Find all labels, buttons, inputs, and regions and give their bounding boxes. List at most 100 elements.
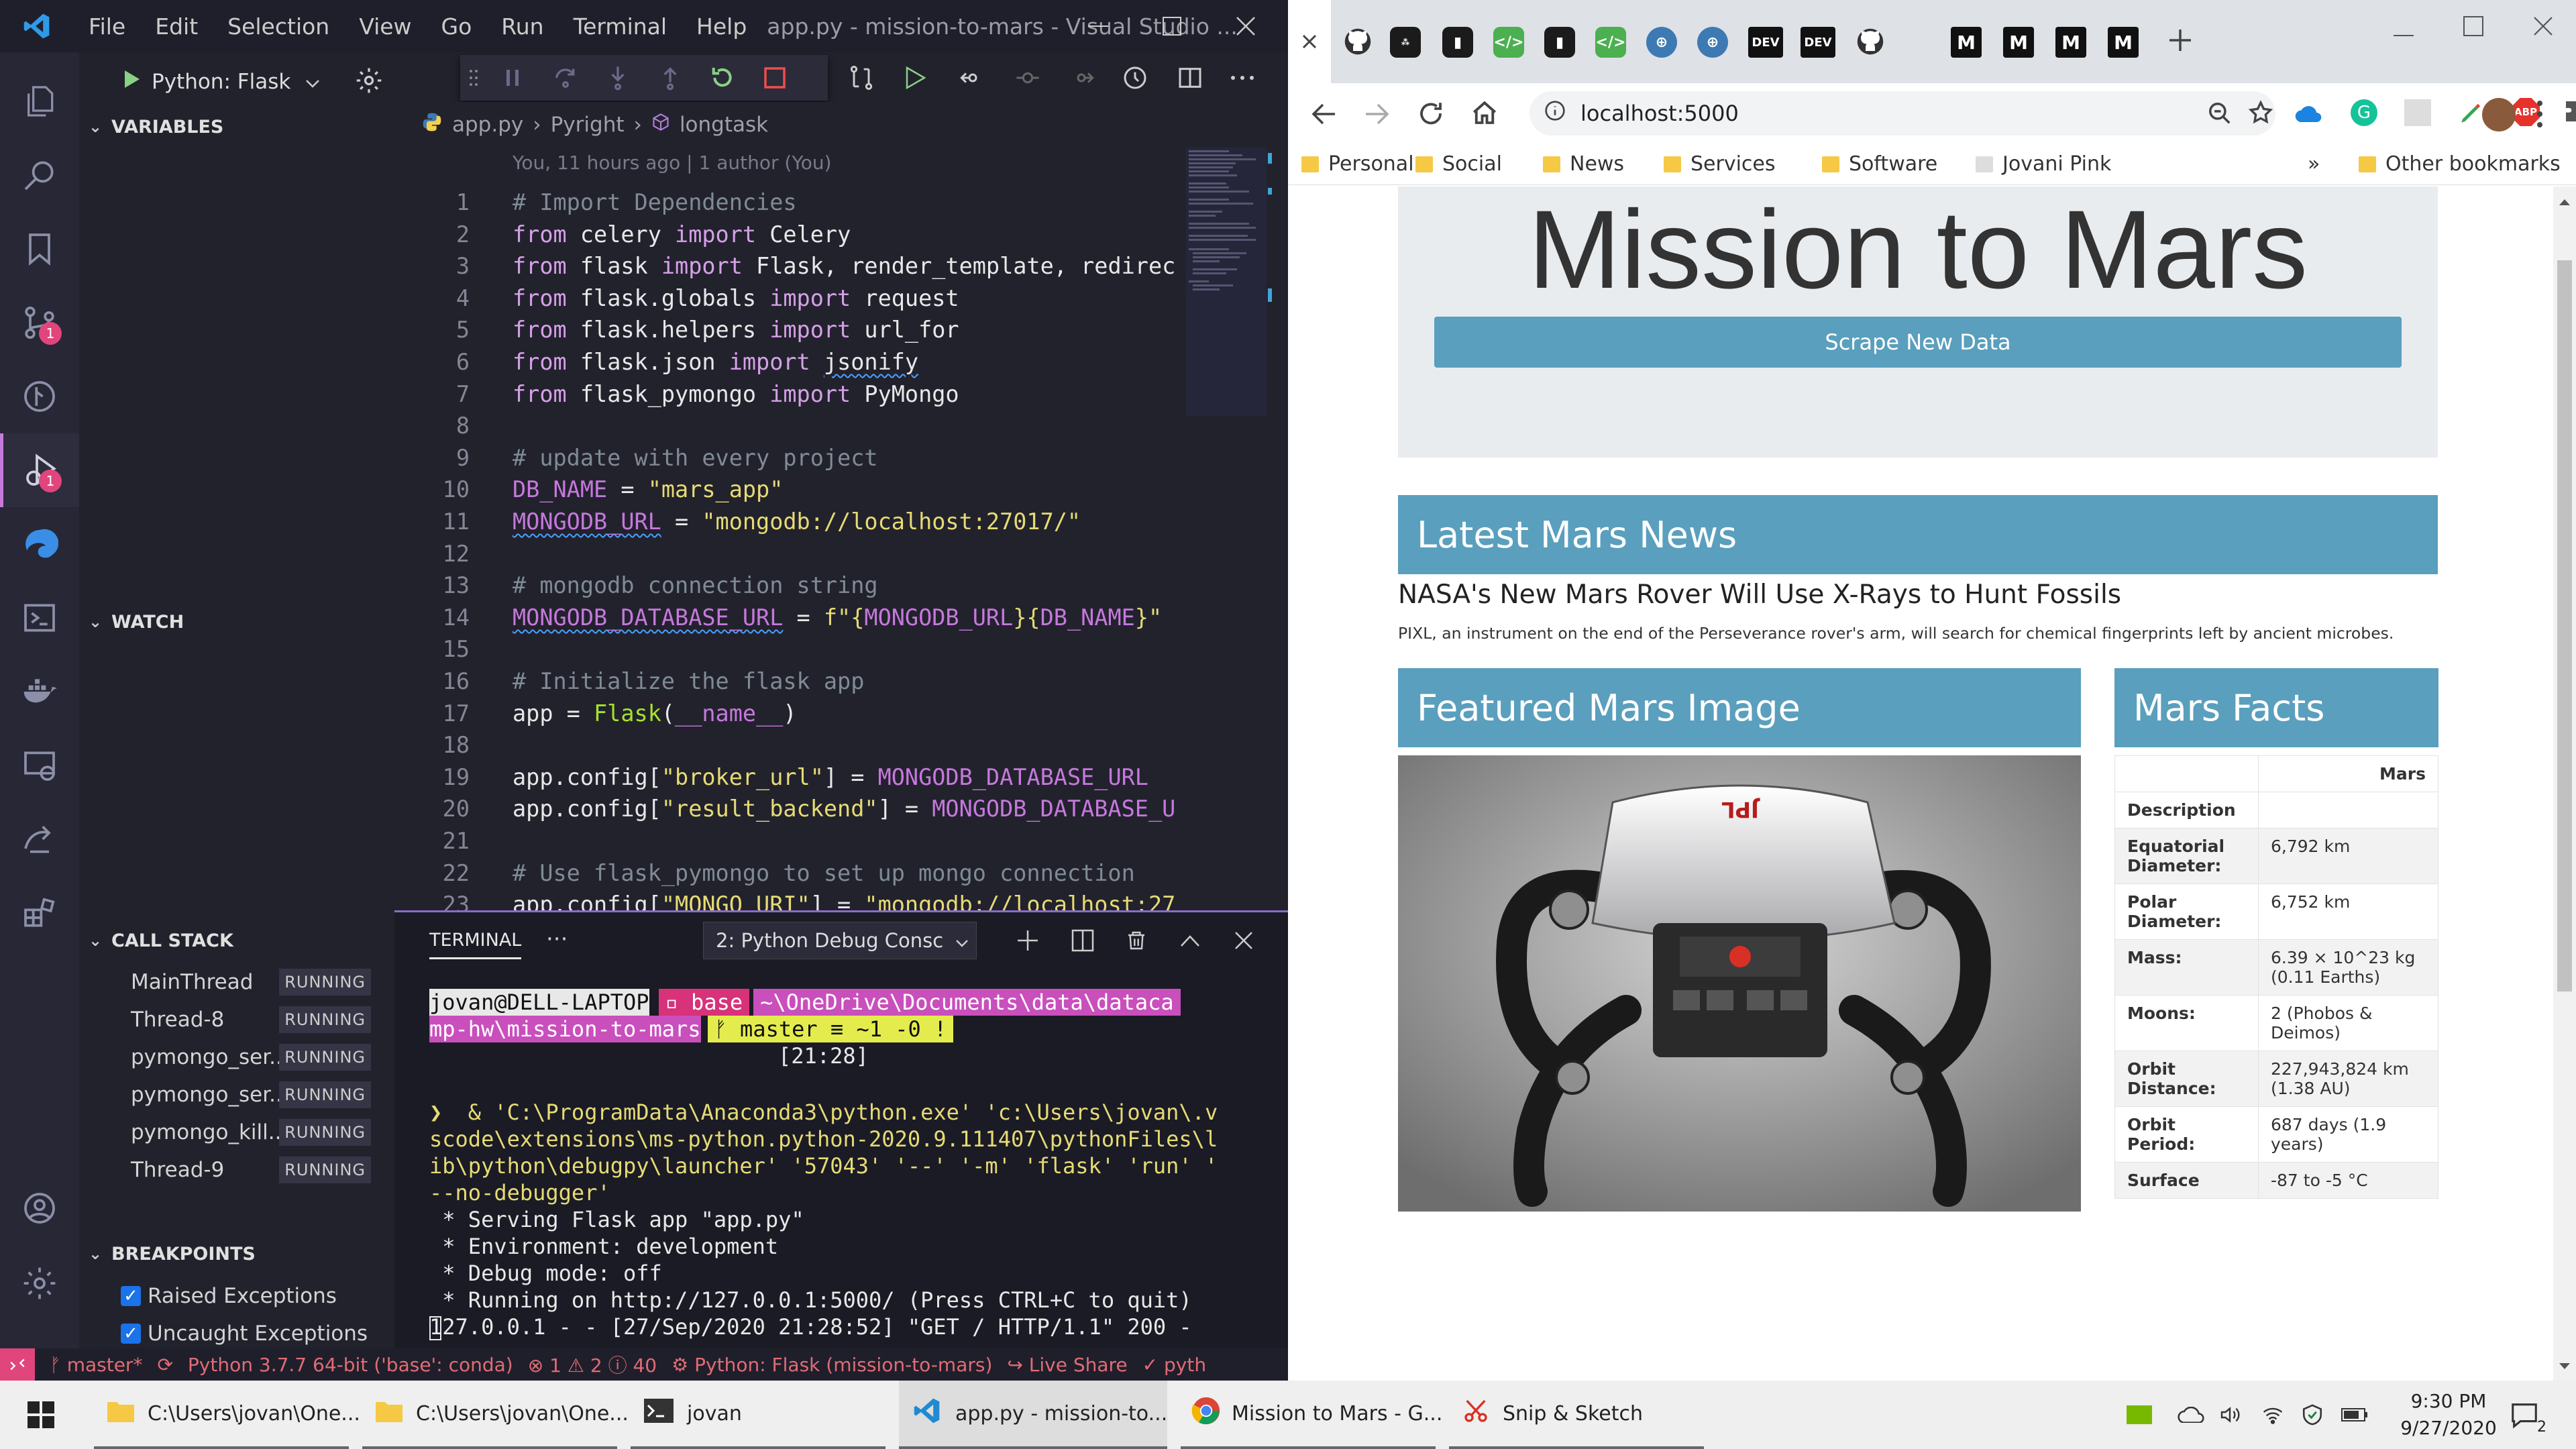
- menu-edit[interactable]: Edit: [140, 13, 213, 40]
- breakpoint-row[interactable]: ✓ Raised Exceptions: [79, 1277, 394, 1314]
- accounts-icon[interactable]: [0, 1171, 79, 1245]
- bookmarks-overflow-chevron-icon[interactable]: »: [2308, 152, 2320, 176]
- watch-section-header[interactable]: ⌄ WATCH: [79, 604, 394, 640]
- profile-avatar[interactable]: [2482, 98, 2516, 131]
- volume-icon[interactable]: [2218, 1381, 2242, 1449]
- scroll-down-arrow-icon[interactable]: [2559, 1360, 2571, 1373]
- call-stack-section-header[interactable]: ⌄ CALL STACK: [79, 922, 394, 959]
- debug-status[interactable]: ⚙ Python: Flask (mission-to-mars): [672, 1354, 992, 1376]
- tab-github-icon-2[interactable]: [1849, 20, 1892, 63]
- pause-icon[interactable]: [487, 55, 539, 101]
- live-share-status[interactable]: ↪ Live Share: [1007, 1354, 1127, 1376]
- tab-python-icon-1[interactable]: ⊕: [1646, 27, 1677, 58]
- home-icon[interactable]: [1470, 99, 1499, 130]
- address-bar[interactable]: localhost:5000: [1529, 91, 2275, 136]
- taskbar-explorer-2[interactable]: C:\Users\jovan\One...: [362, 1381, 629, 1449]
- call-stack-row[interactable]: pymongo_kill... RUNNING: [79, 1114, 394, 1150]
- chrome-menu-icon[interactable]: [2536, 99, 2544, 131]
- minimize-icon[interactable]: [2392, 24, 2415, 50]
- menu-go[interactable]: Go: [427, 13, 487, 40]
- taskbar-snip-sketch[interactable]: Snip & Sketch: [1449, 1381, 1704, 1449]
- bookmark-jovani-pink[interactable]: Jovani Pink: [1976, 152, 2111, 176]
- tab-python-icon-2[interactable]: ⊕: [1697, 27, 1728, 58]
- menu-help[interactable]: Help: [682, 13, 761, 40]
- live-share-window-icon[interactable]: [0, 729, 79, 802]
- debug-config-selector[interactable]: Python: Flask: [123, 63, 378, 101]
- breadcrumb-file[interactable]: app.py: [452, 113, 523, 137]
- active-tab-close-icon[interactable]: [1288, 0, 1331, 83]
- problems-status[interactable]: ⊗ 1 ⚠ 2 ⓘ 40: [528, 1351, 657, 1378]
- tab-medium-3[interactable]: M: [2055, 27, 2086, 58]
- taskbar-terminal[interactable]: jovan: [631, 1381, 885, 1449]
- tab-slack-icon[interactable]: ⁂: [1390, 27, 1421, 58]
- live-share-icon[interactable]: [0, 802, 79, 876]
- remote-explorer-icon[interactable]: [0, 581, 79, 655]
- call-stack-row[interactable]: MainThread RUNNING: [79, 963, 394, 1000]
- terminal-selector[interactable]: 2: Python Debug Consc: [703, 922, 977, 959]
- codelens-blame[interactable]: You, 11 hours ago | 1 author (You): [513, 152, 832, 174]
- scrollbar-thumb[interactable]: [2557, 260, 2572, 991]
- windows-start-icon[interactable]: [19, 1381, 63, 1449]
- remote-icon[interactable]: [0, 1348, 35, 1381]
- search-icon[interactable]: [0, 138, 79, 212]
- bookmark-social[interactable]: Social: [1415, 152, 1502, 176]
- tab-app-icon-1[interactable]: ▮: [1442, 27, 1473, 58]
- other-bookmarks[interactable]: Other bookmarks: [2359, 152, 2561, 176]
- back-arrow-icon[interactable]: [1311, 101, 1338, 130]
- branch-status[interactable]: ᚠ master*: [50, 1354, 142, 1376]
- bookmark-software[interactable]: Software: [1822, 152, 1937, 176]
- start-debug-icon[interactable]: [123, 69, 141, 95]
- timeline-icon[interactable]: [1122, 64, 1148, 94]
- code-editor[interactable]: app.py › Pyright › longtask You, 11 hour…: [394, 102, 1288, 918]
- menu-file[interactable]: File: [74, 13, 140, 40]
- nvidia-tray-icon[interactable]: [2127, 1381, 2152, 1449]
- minimap[interactable]: [1186, 148, 1280, 416]
- close-icon[interactable]: [2533, 16, 2553, 39]
- terminal-cursor[interactable]: [429, 1313, 441, 1340]
- breadcrumb-symbol[interactable]: longtask: [680, 113, 768, 137]
- tab-medium-1[interactable]: M: [1951, 27, 1982, 58]
- bookmark-news[interactable]: News: [1543, 152, 1624, 176]
- menu-selection[interactable]: Selection: [213, 13, 344, 40]
- notifications-icon[interactable]: 2: [2509, 1381, 2546, 1449]
- onedrive-tray-icon[interactable]: [2178, 1381, 2204, 1449]
- stop-icon[interactable]: [749, 55, 801, 101]
- menu-terminal[interactable]: Terminal: [559, 13, 682, 40]
- new-tab-plus-icon[interactable]: [2167, 27, 2194, 56]
- scrape-button[interactable]: Scrape New Data: [1434, 317, 2402, 368]
- panel-more-icon[interactable]: ···: [546, 926, 568, 953]
- python-status[interactable]: ✓ pyth: [1142, 1354, 1206, 1376]
- info-icon[interactable]: [1544, 100, 1566, 127]
- url-text[interactable]: localhost:5000: [1580, 101, 1739, 126]
- breakpoints-section-header[interactable]: ⌄ BREAKPOINTS: [79, 1236, 394, 1272]
- manage-gear-icon[interactable]: [0, 1246, 79, 1320]
- sync-icon[interactable]: ⟳: [157, 1354, 172, 1376]
- go-forward-icon[interactable]: [1068, 64, 1095, 94]
- menu-run[interactable]: Run: [486, 13, 558, 40]
- featured-mars-image[interactable]: JPL: [1398, 755, 2081, 1212]
- more-actions-icon[interactable]: [1229, 64, 1256, 94]
- tab-dev-1[interactable]: DEV: [1748, 27, 1783, 58]
- compare-icon[interactable]: [847, 63, 876, 95]
- defender-icon[interactable]: [2301, 1381, 2324, 1449]
- close-panel-icon[interactable]: [1224, 922, 1264, 959]
- bookmark-services[interactable]: Services: [1664, 152, 1776, 176]
- step-over-icon[interactable]: [539, 55, 592, 101]
- go-back-icon[interactable]: [959, 64, 986, 94]
- wifi-icon[interactable]: [2261, 1381, 2285, 1449]
- tab-dev-2[interactable]: DEV: [1801, 27, 1835, 58]
- page-scrollbar[interactable]: [2553, 186, 2576, 1381]
- extension-blank-icon[interactable]: [2404, 99, 2431, 126]
- maximize-icon[interactable]: [2463, 16, 2483, 39]
- bookmarks-icon[interactable]: [0, 212, 79, 286]
- split-editor-icon[interactable]: [1177, 64, 1203, 94]
- commit-icon[interactable]: [1014, 64, 1041, 94]
- reload-icon[interactable]: [1417, 99, 1445, 130]
- taskbar-chrome[interactable]: Mission to Mars - G...: [1181, 1381, 1442, 1449]
- drag-handle-icon[interactable]: [460, 55, 487, 101]
- taskbar-explorer-1[interactable]: C:\Users\jovan\One...: [94, 1381, 360, 1449]
- explorer-icon[interactable]: [0, 64, 79, 138]
- breakpoint-checkbox[interactable]: ✓: [121, 1285, 141, 1306]
- tab-app-icon-3[interactable]: ▮: [1544, 27, 1575, 58]
- edge-icon[interactable]: [0, 507, 79, 581]
